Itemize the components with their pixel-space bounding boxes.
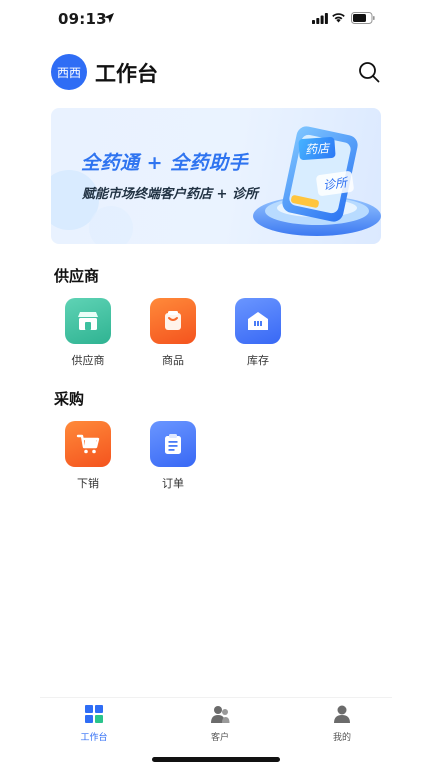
search-icon[interactable] — [357, 60, 381, 84]
banner-headline: 全药通 + 全药助手 — [81, 152, 249, 174]
home-indicator[interactable] — [152, 757, 280, 762]
cellular-signal-icon — [312, 13, 328, 24]
banner-subline: 赋能市场终端客户药店 + 诊所 — [82, 187, 258, 202]
avatar[interactable]: 西西 — [51, 54, 87, 90]
shopping-cart-icon — [65, 421, 111, 467]
grid-label: 下销 — [77, 477, 99, 490]
storefront-icon — [65, 298, 111, 344]
grid-label: 商品 — [162, 354, 184, 367]
location-arrow-icon — [104, 13, 114, 23]
tab-label: 我的 — [332, 733, 351, 743]
tab-label: 工作台 — [80, 733, 108, 743]
wifi-icon — [332, 13, 345, 23]
status-bar: 09:13 — [0, 0, 432, 40]
status-time: 09:13 — [58, 10, 107, 28]
grid-item-supplier[interactable]: 供应商 — [52, 298, 124, 368]
grid-label: 供应商 — [71, 354, 105, 367]
page-title: 工作台 — [95, 62, 158, 86]
workbench-icon — [85, 705, 103, 723]
grid-label: 订单 — [162, 477, 184, 490]
tab-profile[interactable]: 我的 — [312, 704, 372, 743]
bottom-tab-bar: 工作台 客户 我的 — [40, 697, 392, 743]
tab-customers[interactable]: 客户 — [190, 704, 250, 743]
product-bag-icon — [150, 298, 196, 344]
clipboard-icon — [150, 421, 196, 467]
grid-label: 库存 — [247, 354, 269, 367]
promo-banner[interactable]: 全药通 + 全药助手 赋能市场终端客户药店 + 诊所 药店 诊所 — [51, 108, 381, 244]
grid-item-inventory[interactable]: 库存 — [222, 298, 294, 368]
section-title-supplier: 供应商 — [54, 267, 100, 285]
grid-item-order[interactable]: 订单 — [137, 421, 209, 491]
section-title-purchase: 采购 — [54, 390, 85, 408]
profile-icon — [334, 705, 350, 723]
page-header: 西西 工作台 — [51, 54, 381, 90]
tab-label: 客户 — [210, 733, 229, 743]
customers-icon — [211, 706, 230, 723]
tab-workbench[interactable]: 工作台 — [64, 704, 124, 743]
pharmacy-tag: 药店 — [298, 136, 336, 161]
warehouse-icon — [235, 298, 281, 344]
grid-item-product[interactable]: 商品 — [137, 298, 209, 368]
battery-icon — [351, 12, 375, 24]
grid-item-sales[interactable]: 下销 — [52, 421, 124, 491]
